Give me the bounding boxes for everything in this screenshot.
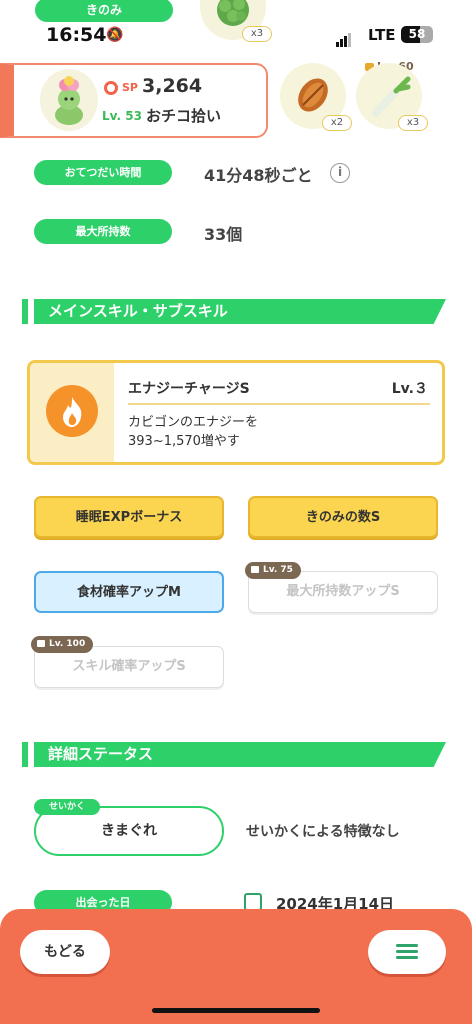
- ingredient-cacao[interactable]: x2: [280, 63, 352, 131]
- main-skill-desc-line2: 393~1,570増やす: [128, 434, 240, 449]
- hamburger-icon: [396, 956, 418, 959]
- main-skill-name: エナジーチャージS: [128, 381, 250, 397]
- hamburger-icon: [396, 944, 418, 947]
- lock-level-label: Lv. 75: [263, 565, 293, 575]
- main-skill-level: Lv.３: [391, 381, 428, 397]
- berry-count-badge: x3: [242, 26, 272, 42]
- cacao-count: x2: [322, 115, 352, 131]
- back-button[interactable]: もどる: [20, 930, 110, 974]
- main-skill-description: カビゴンのエナジーを 393~1,570増やす: [128, 413, 258, 451]
- pokemon-summary-card[interactable]: SP 3,264 Lv. 53 おチコ拾い: [0, 63, 268, 138]
- menu-button[interactable]: [368, 930, 446, 974]
- silent-bell-icon: 🔕: [106, 27, 124, 43]
- pokemon-nickname: おチコ拾い: [146, 107, 222, 125]
- help-time-label: おてつだい時間: [34, 160, 172, 185]
- berry-header-pill: きのみ: [35, 0, 173, 22]
- sp-label: SP: [122, 81, 138, 94]
- sp-value: 3,264: [142, 75, 203, 97]
- info-icon[interactable]: i: [330, 163, 350, 183]
- help-time-value: 41分48秒ごと: [204, 166, 313, 185]
- ingredient-leek[interactable]: x3: [356, 63, 428, 131]
- subskill-lock-tag-75: Lv. 75: [245, 562, 301, 579]
- subskill-berry-count-s[interactable]: きのみの数S: [248, 496, 438, 538]
- berry-icon: x3: [200, 0, 272, 42]
- sp-icon: [104, 81, 118, 95]
- network-type: LTE: [368, 26, 396, 44]
- pokemon-avatar: [40, 69, 98, 131]
- pokemon-level: Lv. 53: [102, 109, 142, 123]
- battery-level: 58: [408, 27, 426, 41]
- nature-tag: せいかく: [34, 799, 100, 815]
- lock-icon: [37, 640, 45, 647]
- subskill-ingredient-finder-m[interactable]: 食材確率アップM: [34, 571, 224, 613]
- skills-section-header: メインスキル・サブスキル: [22, 299, 446, 324]
- leek-count: x3: [398, 115, 428, 131]
- max-carry-label: 最大所持数: [34, 219, 172, 244]
- max-carry-value: 33個: [204, 225, 243, 244]
- battery-icon: 58: [401, 26, 433, 43]
- status-time: 16:54: [46, 24, 107, 46]
- hamburger-icon: [396, 950, 418, 953]
- nature-effect: せいかくによる特徴なし: [246, 824, 400, 840]
- flame-icon: [46, 385, 98, 437]
- signal-icon: [336, 28, 352, 47]
- lock-icon: [251, 566, 259, 573]
- main-skill-desc-line1: カビゴンのエナジーを: [128, 415, 259, 430]
- home-indicator[interactable]: [152, 1008, 320, 1013]
- main-skill-card[interactable]: エナジーチャージS Lv.３ カビゴンのエナジーを 393~1,570増やす: [27, 360, 445, 465]
- details-section-header: 詳細ステータス: [22, 742, 446, 767]
- subskill-lock-tag-100: Lv. 100: [31, 636, 94, 653]
- subskill-sleep-exp-bonus[interactable]: 睡眠EXPボーナス: [34, 496, 224, 538]
- details-section-title: 詳細ステータス: [48, 745, 154, 763]
- divider: [128, 403, 430, 405]
- lock-level-label: Lv. 100: [49, 639, 86, 649]
- skills-section-title: メインスキル・サブスキル: [48, 302, 228, 320]
